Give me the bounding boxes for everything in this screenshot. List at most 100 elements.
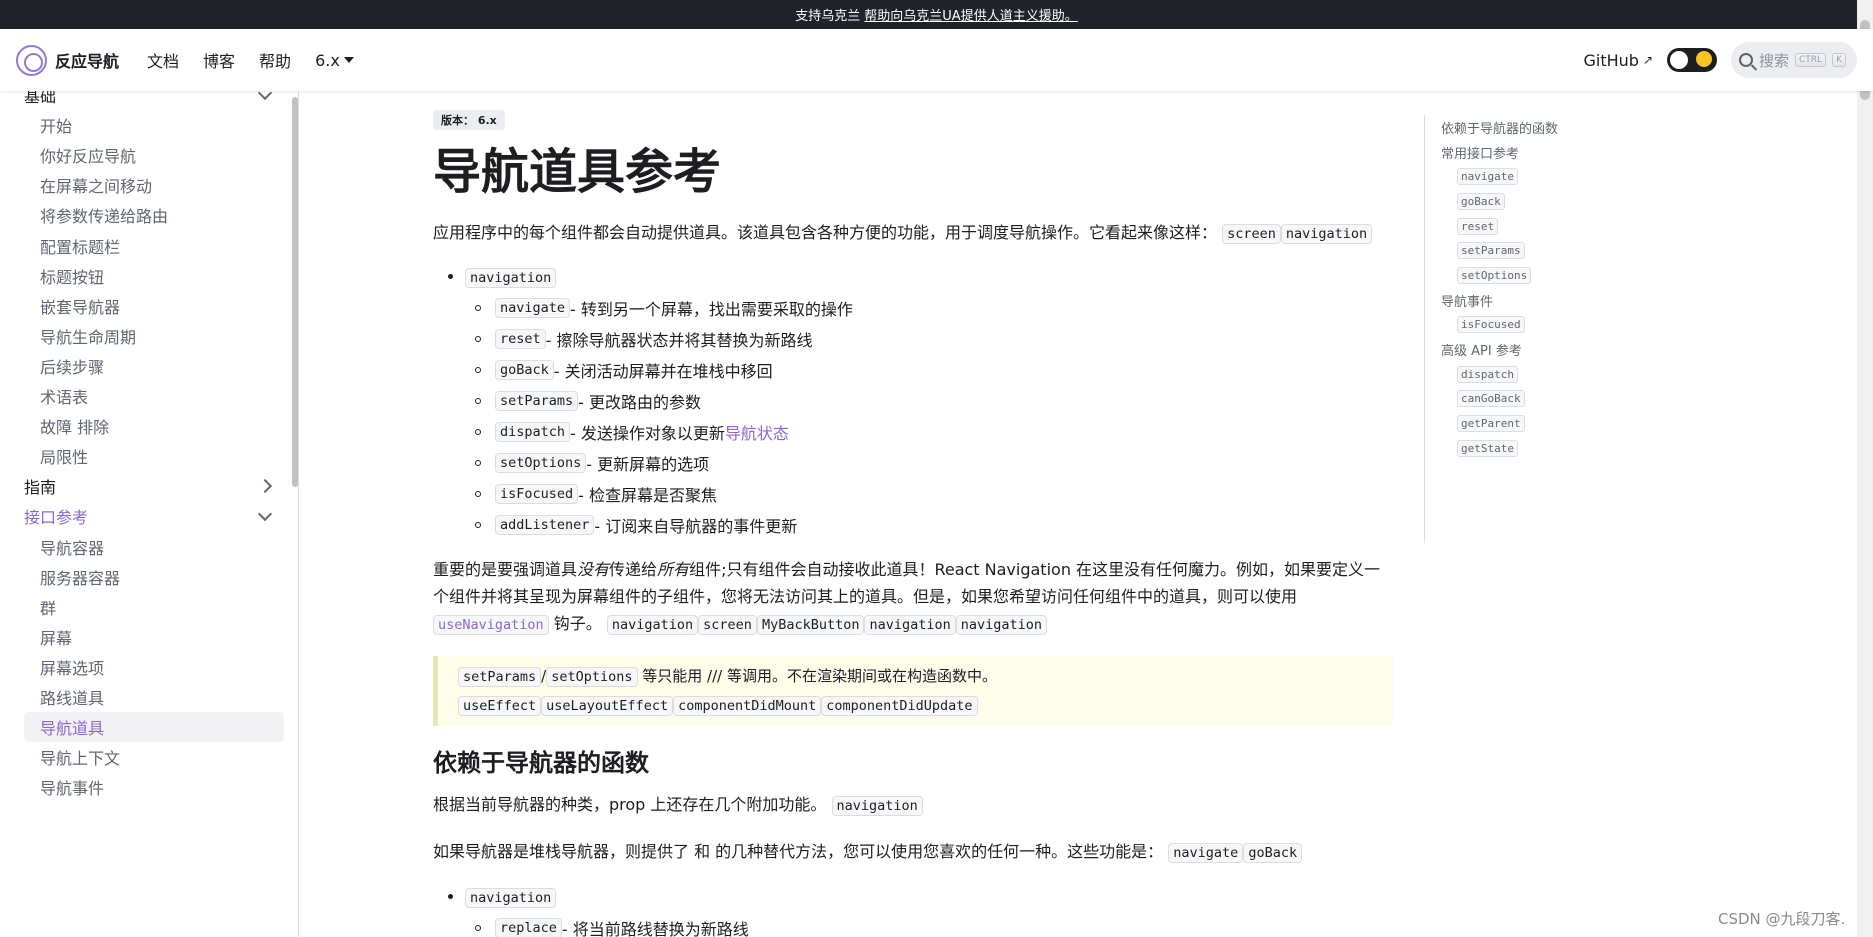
method-description: - 发送操作对象以更新 (570, 423, 725, 443)
inline-code: navigation (955, 615, 1048, 635)
method-description: - 更改路由的参数 (578, 392, 702, 412)
sidebar-item[interactable]: 导航道具 (24, 712, 284, 743)
watermark: CSDN @九段刀客. (1718, 910, 1846, 928)
sidebar-item[interactable]: 开始 (24, 110, 284, 140)
toc-item[interactable]: canGoBack (1441, 387, 1654, 412)
sidebar: 基础 开始 你好反应导航 在屏幕之间移动 将参数传递给路由 配置标题栏标题按钮嵌套导航器导… (0, 91, 299, 937)
sidebar-scrollbar[interactable] (292, 97, 298, 487)
search-button[interactable]: 搜索 CTRL K (1731, 42, 1857, 78)
sidebar-item[interactable]: 屏幕选项 (24, 652, 284, 682)
toc-item[interactable]: setOptions (1441, 263, 1654, 288)
sidebar-item[interactable]: 将参数传递给路由 (24, 200, 284, 230)
github-link[interactable]: GitHub ↗ (1583, 51, 1653, 70)
sidebar-item[interactable]: 导航容器 (24, 532, 284, 562)
sidebar-item-label: 屏幕选项 (40, 658, 105, 678)
github-label: GitHub (1583, 50, 1639, 70)
list-item: replace - 将当前路线替换为新路线 (475, 912, 1349, 937)
method-description: - 转到另一个屏幕，找出需要采取的操作 (570, 299, 853, 319)
sidebar-item-label: 导航事件 (40, 779, 105, 799)
sidebar-item-label: 指南 (24, 478, 57, 498)
chevron-right-icon[interactable] (257, 479, 273, 494)
top-banner: 支持乌克兰 帮助向乌克兰UA提供人道主义援助。 (0, 0, 1873, 29)
method-code: navigate (495, 297, 571, 318)
sidebar-item[interactable]: 你好反应导航 (24, 140, 284, 170)
para2-text: 重要的是要强调道具 (433, 560, 578, 579)
toc-item-label: getState (1457, 439, 1518, 457)
sidebar-item[interactable]: 术语表 (24, 381, 284, 411)
method-code: replace (495, 917, 562, 937)
inline-code: screen (698, 615, 757, 635)
banner-link[interactable]: 帮助向乌克兰UA提供人道主义援助。 (864, 5, 1077, 24)
sidebar-item[interactable]: 导航事件 (24, 772, 284, 802)
toc-item[interactable]: getParent (1441, 411, 1654, 436)
bullet-circle-icon (475, 366, 481, 373)
sidebar-item[interactable]: 配置标题栏 (24, 231, 284, 261)
sidebar-item-label: 屏幕 (40, 628, 73, 648)
toc-item[interactable]: dispatch (1441, 362, 1654, 387)
logo-icon (16, 44, 47, 76)
list-item: reset - 擦除导航器状态并将其替换为新路线 (475, 323, 1349, 354)
sidebar-item[interactable]: 故障 排除 (24, 411, 284, 441)
chevron-down-icon[interactable] (257, 506, 273, 521)
toc-item[interactable]: reset (1441, 214, 1654, 239)
page-scrollbar[interactable] (1857, 0, 1873, 937)
toc-item[interactable]: 依赖于导航器的函数 (1441, 115, 1654, 140)
navigation-methods-list: navigation navigate- 转到另一个屏幕，找出需要采取的操作re… (449, 264, 1349, 540)
method-code: setParams (495, 390, 579, 411)
nav-link-docs[interactable]: 文档 (135, 48, 191, 72)
bullet-circle-icon (475, 924, 481, 931)
toc-item-label: setParams (1457, 242, 1525, 260)
sidebar-item[interactable]: 标题按钮 (24, 261, 284, 291)
sidebar-item-label: 导航生命周期 (40, 327, 137, 347)
navbar: 反应导航 文档 博客 帮助 6.x GitHub ↗ 搜索 CTRL K (0, 29, 1873, 91)
sidebar-item-label: 嵌套导航器 (40, 297, 121, 317)
toc-item-label: dispatch (1457, 365, 1518, 383)
chevron-down-icon[interactable] (257, 91, 273, 100)
sidebar-item-label: 故障 排除 (40, 418, 110, 438)
sidebar-item[interactable]: 服务器容器 (24, 562, 284, 592)
sidebar-item[interactable]: 群 (24, 592, 284, 622)
method-code: dispatch (495, 421, 571, 442)
sidebar-item[interactable]: 路线道具 (24, 682, 284, 712)
sidebar-item[interactable]: 后续步骤 (24, 351, 284, 381)
list-item: setOptions - 更新屏幕的选项 (475, 447, 1349, 478)
external-link-icon: ↗ (1642, 53, 1653, 67)
sidebar-item[interactable]: 局限性 (24, 441, 284, 471)
sidebar-category[interactable]: 指南 (24, 471, 284, 501)
sidebar-item[interactable]: 导航上下文 (24, 742, 284, 772)
toc-item[interactable]: 高级 API 参考 (1441, 337, 1654, 362)
bullet-circle-icon (475, 428, 481, 435)
toc-item[interactable]: setParams (1441, 238, 1654, 263)
navigation-state-link[interactable]: 导航状态 (725, 420, 789, 444)
toc-item-label: canGoBack (1457, 390, 1525, 408)
sidebar-item-label: 导航上下文 (40, 749, 121, 769)
nav-link-help[interactable]: 帮助 (247, 48, 303, 72)
theme-toggle[interactable] (1667, 48, 1717, 72)
sidebar-item-label: 群 (40, 598, 57, 618)
banner-text: 支持乌克兰 (795, 9, 861, 24)
sidebar-item[interactable]: 屏幕 (24, 622, 284, 652)
bullet-circle-icon (475, 304, 481, 311)
inline-code: navigation (831, 796, 923, 816)
bullet-circle-icon (475, 490, 481, 497)
toc-item[interactable]: goBack (1441, 189, 1654, 214)
toc-item[interactable]: isFocused (1441, 313, 1654, 338)
sidebar-category[interactable]: 接口参考 (24, 501, 284, 531)
method-description: - 关闭活动屏幕并在堆栈中移回 (553, 361, 773, 381)
sidebar-category[interactable]: 基础 (24, 91, 284, 110)
toc-item[interactable]: 常用接口参考 (1441, 140, 1654, 165)
toc-item-label: reset (1457, 217, 1499, 235)
version-dropdown[interactable]: 6.x (303, 51, 366, 70)
method-code: isFocused (495, 483, 579, 504)
use-navigation-link[interactable]: useNavigation (433, 615, 549, 635)
sidebar-item-label: 标题按钮 (40, 267, 105, 287)
brand[interactable]: 反应导航 (16, 44, 119, 76)
sidebar-item[interactable]: 在屏幕之间移动 (24, 170, 284, 200)
toc-item[interactable]: getState (1441, 436, 1654, 461)
sidebar-item[interactable]: 导航生命周期 (24, 321, 284, 351)
method-description: - 擦除导航器状态并将其替换为新路线 (545, 330, 813, 350)
nav-link-blog[interactable]: 博客 (191, 48, 247, 72)
toc-item[interactable]: 导航事件 (1441, 288, 1654, 313)
sidebar-item[interactable]: 嵌套导航器 (24, 291, 284, 321)
toc-item[interactable]: navigate (1441, 164, 1654, 189)
